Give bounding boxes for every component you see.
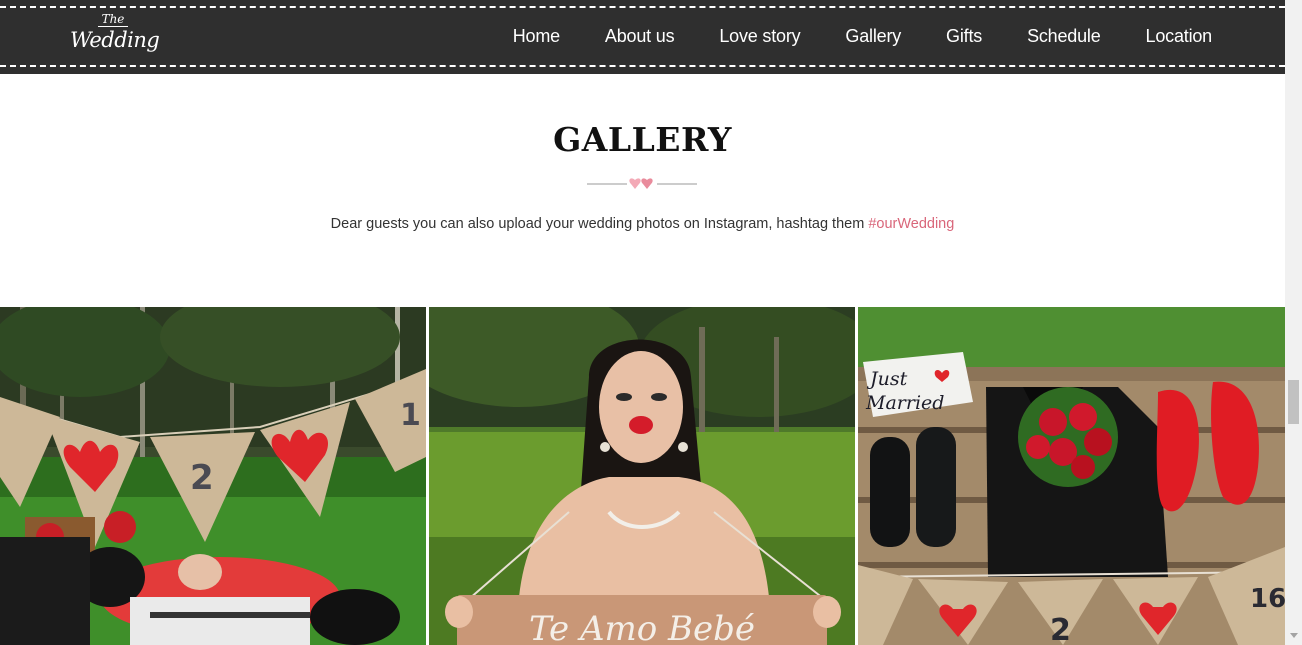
nav-location[interactable]: Location bbox=[1146, 26, 1213, 47]
gallery-title: GALLERY bbox=[553, 120, 732, 159]
nav-gifts[interactable]: Gifts bbox=[946, 26, 982, 47]
header-dashed-border-bottom bbox=[0, 65, 1285, 67]
nav-about-us[interactable]: About us bbox=[605, 26, 675, 47]
hashtag-link[interactable]: #ourWedding bbox=[868, 216, 954, 232]
sign-line-2: Married bbox=[865, 392, 944, 414]
sign-text: Te Amo Bebé bbox=[529, 609, 755, 645]
bunting-number: 2 bbox=[1050, 613, 1071, 645]
main-nav: Home About us Love story Gallery Gifts S… bbox=[468, 24, 1212, 48]
hearts-divider bbox=[587, 178, 697, 189]
nav-gallery[interactable]: Gallery bbox=[845, 26, 901, 47]
bunting-number-partial: 1 bbox=[400, 398, 421, 433]
gallery-subtitle: Dear guests you can also upload your wed… bbox=[0, 216, 1285, 232]
gallery-photo-couple-bunting[interactable]: 2 1 bbox=[0, 307, 426, 645]
logo-wedding-text: Wedding bbox=[70, 28, 160, 52]
heart-icon bbox=[641, 178, 653, 189]
logo-the-text: The bbox=[98, 12, 128, 27]
site-logo[interactable]: The Wedding bbox=[70, 12, 160, 60]
bunting-number: 2 bbox=[190, 458, 214, 498]
gallery-subtitle-text: Dear guests you can also upload your wed… bbox=[330, 216, 869, 232]
gallery-photo-bride-sign[interactable]: Te Amo Bebé bbox=[429, 307, 855, 645]
heart-icon bbox=[629, 178, 641, 189]
gallery-photo-just-married-flatlay[interactable]: Just Married 2 16 bbox=[858, 307, 1285, 645]
header-dashed-border-top bbox=[0, 6, 1285, 8]
page-scrollbar[interactable] bbox=[1285, 0, 1302, 645]
scroll-down-arrow-icon[interactable] bbox=[1290, 633, 1298, 638]
photo-image: Te Amo Bebé bbox=[429, 307, 855, 645]
photo-image: 2 1 bbox=[0, 307, 426, 645]
photo-image: Just Married 2 16 bbox=[858, 307, 1285, 645]
nav-schedule[interactable]: Schedule bbox=[1027, 26, 1101, 47]
sign-line-1: Just bbox=[866, 368, 908, 390]
nav-love-story[interactable]: Love story bbox=[719, 26, 800, 47]
bunting-number-partial: 16 bbox=[1250, 584, 1285, 614]
site-header: The Wedding Home About us Love story Gal… bbox=[0, 0, 1285, 74]
scrollbar-thumb[interactable] bbox=[1288, 380, 1299, 424]
nav-home[interactable]: Home bbox=[513, 26, 560, 47]
